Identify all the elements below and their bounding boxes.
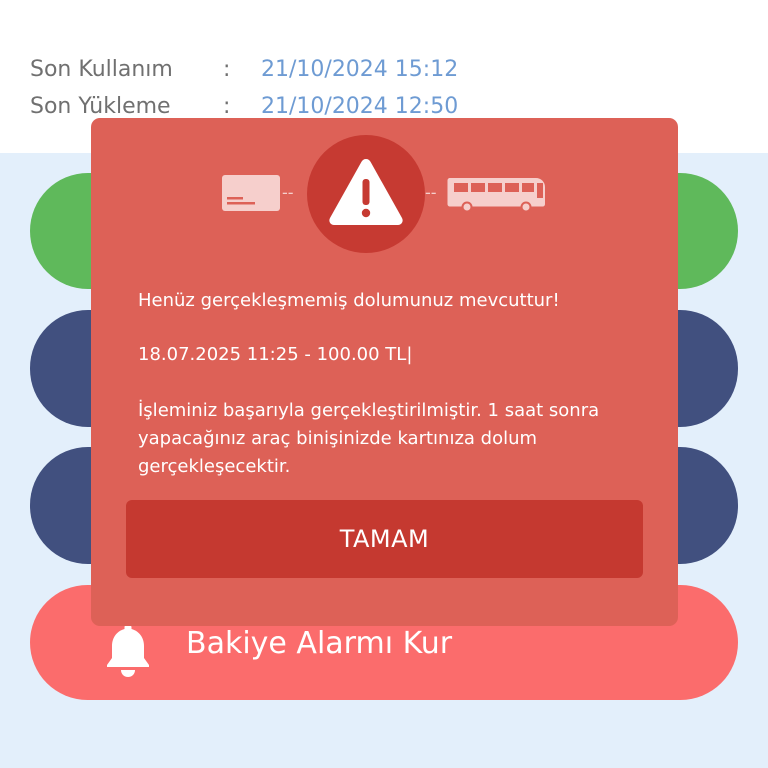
pending-load-detail: 18.07.2025 11:25 - 100.00 TL| [138,344,413,365]
last-use-colon: : [223,57,231,82]
last-use-label: Son Kullanım [30,57,173,82]
ok-button[interactable]: TAMAM [126,500,643,578]
card-icon [222,175,280,211]
connector-dash-left: -- [282,183,294,202]
bus-icon [447,178,545,213]
set-balance-alarm-label: Bakiye Alarmı Kur [186,626,453,661]
last-use-value: 21/10/2024 15:12 [261,57,459,82]
pending-load-message: İşleminiz başarıyla gerçekleştirilmiştir… [138,400,600,477]
pending-load-title: Henüz gerçekleşmemiş dolumunuz mevcuttur… [138,290,560,311]
warning-icon [329,159,403,225]
bell-icon [107,624,149,677]
